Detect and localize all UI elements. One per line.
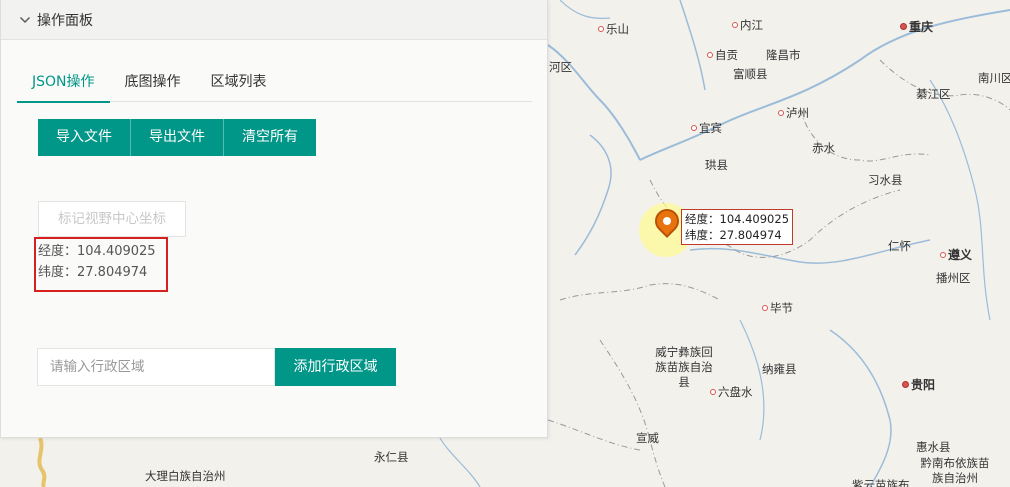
city-label: 仁怀 — [888, 239, 911, 253]
city-label: 泸州 — [778, 106, 809, 120]
city-label: 遵义 — [940, 248, 972, 262]
coordinates-display: 经度：104.409025 纬度：27.804974 — [34, 237, 168, 292]
chevron-down-icon — [20, 16, 30, 23]
city-label: 乐山 — [598, 22, 629, 36]
coordinate-tooltip: 经度：104.409025 纬度：27.804974 — [681, 209, 794, 245]
panel-title: 操作面板 — [37, 12, 93, 29]
city-label: 惠水县 — [916, 440, 951, 454]
region-input[interactable] — [37, 348, 275, 386]
tab-basemap[interactable]: 底图操作 — [110, 68, 196, 102]
city-label: 六盘水 — [710, 385, 753, 399]
panel-header[interactable]: 操作面板 — [1, 0, 547, 40]
city-label: 赤水 — [812, 141, 835, 155]
tab-json[interactable]: JSON操作 — [17, 68, 110, 103]
city-label: 贵阳 — [902, 378, 935, 392]
mark-center-button[interactable]: 标记视野中心坐标 — [38, 201, 186, 237]
longitude-text: 经度：104.409025 — [38, 244, 156, 259]
city-label: 威宁彝族回族苗族自治县 — [655, 345, 713, 389]
file-button-group: 导入文件 导出文件 清空所有 — [38, 119, 316, 156]
tab-bar: JSON操作 底图操作 区域列表 — [17, 68, 532, 103]
city-label: 宣威 — [636, 431, 659, 445]
city-label: 重庆 — [900, 20, 933, 34]
city-label: 永仁县 — [374, 450, 409, 464]
city-label: 南川区 — [978, 71, 1010, 85]
import-file-button[interactable]: 导入文件 — [38, 119, 131, 156]
city-label: 紫云苗族布 — [852, 478, 910, 487]
add-region-button[interactable]: 添加行政区域 — [275, 348, 396, 386]
tab-region-list[interactable]: 区域列表 — [196, 68, 282, 102]
city-label: 自贡 — [707, 48, 738, 62]
tooltip-longitude: 经度：104.409025 — [685, 212, 790, 226]
city-label: 富顺县 — [733, 67, 768, 81]
city-label: 綦江区 — [916, 87, 951, 101]
export-file-button[interactable]: 导出文件 — [131, 119, 224, 156]
clear-all-button[interactable]: 清空所有 — [224, 119, 316, 156]
latitude-text: 纬度：27.804974 — [38, 265, 148, 280]
city-label: 播州区 — [936, 271, 971, 285]
city-label: 珙县 — [705, 158, 728, 172]
tooltip-latitude: 纬度：27.804974 — [685, 228, 782, 242]
city-label: 毕节 — [762, 301, 793, 315]
city-label: 宜宾 — [691, 121, 722, 135]
city-label: 大理白族自治州 — [145, 469, 226, 483]
city-label: 河区 — [549, 60, 572, 74]
city-label: 内江 — [732, 18, 763, 32]
city-label: 黔南布依族苗族自治州 — [920, 456, 990, 485]
city-label: 纳雍县 — [762, 362, 797, 376]
city-label: 习水县 — [868, 173, 903, 187]
operation-panel: 操作面板 JSON操作 底图操作 区域列表 导入文件 导出文件 清空所有 标记视… — [0, 0, 548, 438]
city-label: 隆昌市 — [766, 48, 801, 62]
